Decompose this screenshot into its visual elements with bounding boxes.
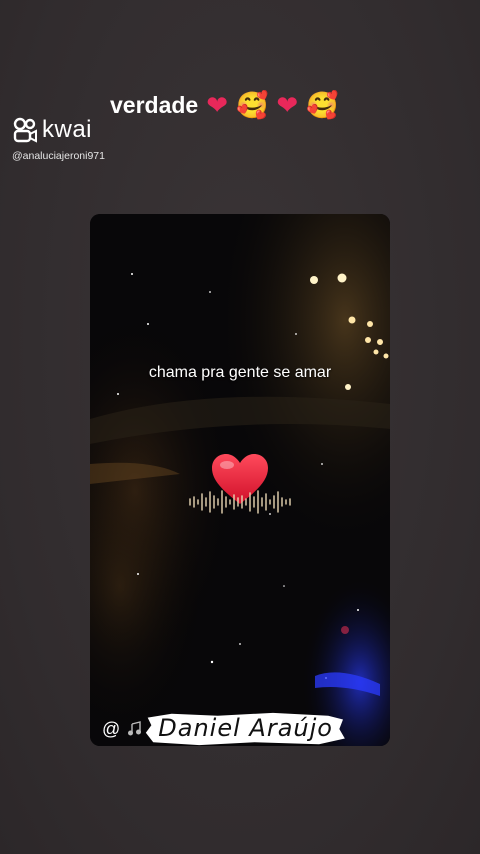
- kwai-brand-row: kwai: [12, 116, 112, 144]
- artist-name: Daniel Araújo: [158, 714, 333, 742]
- artist-name-strip: Daniel Araújo: [144, 710, 347, 746]
- smiling-hearts-emoji: 🥰: [306, 90, 339, 121]
- smiling-hearts-emoji: 🥰: [236, 90, 269, 121]
- music-credit[interactable]: @ Daniel Araújo: [102, 710, 347, 746]
- creator-handle[interactable]: @analuciajeroni971: [12, 150, 108, 162]
- heart-emoji: ❤: [276, 90, 299, 121]
- kwai-brand-text: kwai: [42, 116, 93, 143]
- caption: verdade ❤ 🥰 ❤ 🥰: [110, 92, 339, 119]
- music-note-icon: [128, 721, 142, 736]
- lyrics-overlay: chama pra gente se amar: [148, 364, 332, 381]
- screen: kwai @analuciajeroni971 verdade ❤ 🥰 ❤ 🥰: [0, 0, 480, 854]
- kwai-watermark: kwai @analuciajeroni971: [12, 116, 112, 162]
- at-sign: @: [102, 718, 121, 739]
- audio-waveform-icon: [189, 490, 291, 514]
- kwai-logo-icon: [13, 117, 37, 143]
- heart-emoji: ❤: [206, 90, 229, 121]
- caption-text: verdade: [110, 92, 199, 118]
- video-player[interactable]: chama pra gente se amar @ Daniel Araújo: [90, 214, 390, 746]
